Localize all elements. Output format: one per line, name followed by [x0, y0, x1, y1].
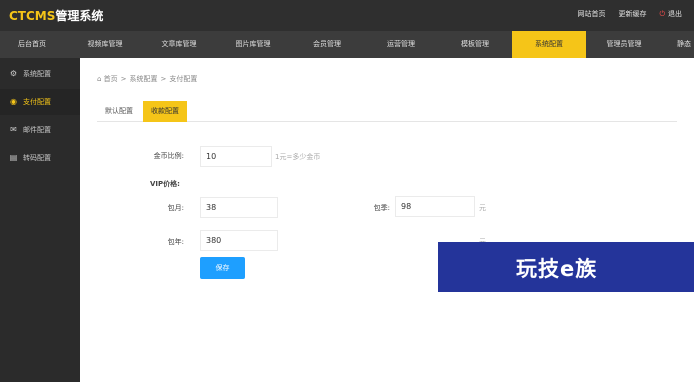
- tab-payment-receipt-config[interactable]: 收款配置: [143, 101, 187, 122]
- monthly-price-label: 包月:: [167, 204, 184, 212]
- breadcrumb: ⌂ 首页 > 系统配置 > 支付配置: [97, 75, 198, 83]
- coin-ratio-label: 金币比例:: [153, 152, 184, 160]
- quarterly-price-label: 包季:: [373, 204, 390, 212]
- sidebar-item-mail-config[interactable]: ✉ 邮件配置: [0, 117, 80, 143]
- breadcrumb-current: 支付配置: [169, 75, 198, 83]
- nav-item-dashboard[interactable]: 后台首页: [0, 31, 64, 58]
- top-links: 网站首页 更新缓存 ⏻ 退出: [577, 9, 682, 19]
- nav-item-videos[interactable]: 视频库管理: [69, 31, 141, 58]
- wrench-icon: ⚙: [9, 69, 18, 78]
- coin-ratio-hint: 1元=多少金币: [275, 153, 321, 161]
- nav-item-images[interactable]: 图片库管理: [217, 31, 289, 58]
- logo-brand: CTCMS: [9, 9, 56, 23]
- nav-item-system-config[interactable]: 系统配置: [512, 31, 586, 58]
- nav-item-articles[interactable]: 文章库管理: [143, 31, 215, 58]
- film-icon: ▤: [9, 153, 18, 162]
- sidebar-item-system-config[interactable]: ⚙ 系统配置: [0, 61, 80, 87]
- coin-icon: ◉: [10, 97, 17, 106]
- vip-price-heading: VIP价格:: [150, 180, 180, 188]
- save-button[interactable]: 保存: [200, 257, 245, 279]
- quarterly-unit: 元: [479, 204, 486, 212]
- breadcrumb-section[interactable]: 系统配置: [130, 75, 158, 83]
- yearly-price-input[interactable]: [200, 230, 278, 251]
- sidebar-item-payment-config[interactable]: ◉ 支付配置: [0, 89, 80, 115]
- monthly-price-input[interactable]: [200, 197, 278, 218]
- main-content: ⌂ 首页>系统配置>支付配置 默认配置 收款配置 金币比例: 1元=多少金币 V…: [80, 58, 694, 382]
- nav-item-members[interactable]: 会员管理: [291, 31, 363, 58]
- yearly-price-label: 包年:: [167, 238, 184, 246]
- coin-ratio-input[interactable]: [200, 146, 272, 167]
- quarterly-price-input[interactable]: [395, 196, 475, 217]
- mail-icon: ✉: [10, 125, 17, 134]
- home-icon: ⌂: [97, 75, 104, 83]
- app-logo[interactable]: CTCMS管理系统: [9, 7, 103, 24]
- nav-item-admins[interactable]: 管理员管理: [588, 31, 660, 58]
- sidebar-item-label: 邮件配置: [23, 126, 51, 134]
- logout-label: 退出: [668, 10, 682, 18]
- power-icon: ⏻: [659, 10, 665, 18]
- sidebar-item-label: 支付配置: [23, 98, 51, 106]
- tab-default-config[interactable]: 默认配置: [97, 101, 141, 122]
- site-home-link[interactable]: 网站首页: [577, 9, 605, 19]
- top-header: CTCMS管理系统 网站首页 更新缓存 ⏻ 退出: [0, 0, 694, 31]
- sidebar: ⚙ 系统配置 ◉ 支付配置 ✉ 邮件配置 ▤ 转码配置: [0, 58, 80, 382]
- sidebar-item-label: 系统配置: [23, 70, 51, 78]
- sidebar-item-label: 转码配置: [23, 154, 51, 162]
- nav-item-operations[interactable]: 运营管理: [365, 31, 437, 58]
- sidebar-item-transcode-config[interactable]: ▤ 转码配置: [0, 145, 80, 171]
- nav-item-templates[interactable]: 模板管理: [439, 31, 511, 58]
- main-nav: 后台首页 视频库管理 文章库管理 图片库管理 会员管理 运营管理 模板管理 系统…: [0, 31, 694, 58]
- watermark-text: 玩技e族: [516, 257, 598, 281]
- watermark-logo: 玩技e族: [438, 242, 694, 292]
- update-cache-link[interactable]: 更新缓存: [618, 9, 646, 19]
- logo-suffix: 管理系统: [55, 9, 104, 23]
- breadcrumb-home[interactable]: 首页: [104, 75, 118, 83]
- logout-link[interactable]: ⏻ 退出: [659, 9, 682, 19]
- config-tabs: 默认配置 收款配置: [97, 101, 677, 122]
- nav-item-static[interactable]: 静态: [664, 31, 694, 58]
